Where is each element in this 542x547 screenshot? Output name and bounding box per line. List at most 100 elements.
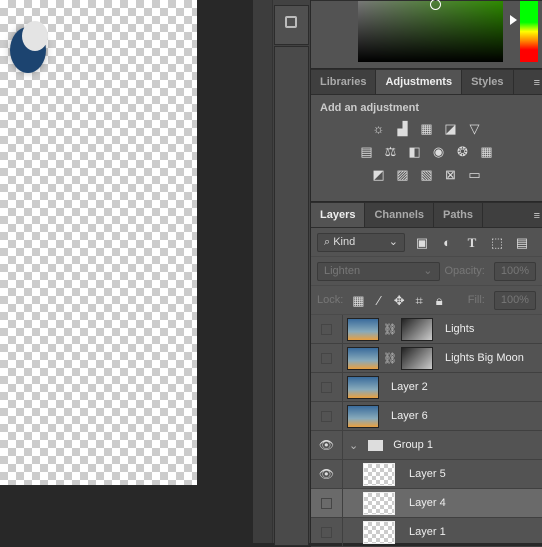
tab-adjustments[interactable]: Adjustments <box>376 70 463 94</box>
visibility-toggle[interactable]: 👁︎ <box>311 459 343 489</box>
layer-name: Layer 2 <box>391 381 428 393</box>
hue-saturation-icon[interactable]: ▤ <box>359 144 375 159</box>
collapsed-panels <box>272 0 310 546</box>
layer-thumbnail <box>347 346 379 370</box>
filter-kind-select[interactable]: ⌕ Kind ⌄ <box>317 232 405 252</box>
curves-icon[interactable]: ▦ <box>419 121 435 136</box>
layer-thumbnail <box>347 317 379 341</box>
lock-all-icon[interactable]: 🔒︎ <box>434 293 445 308</box>
layer-thumbnail <box>363 491 395 515</box>
tab-paths[interactable]: Paths <box>434 203 483 227</box>
link-icon[interactable]: ⛓ <box>383 323 397 336</box>
hidden-box <box>321 323 332 335</box>
type-filter-icon[interactable]: T <box>464 235 480 250</box>
layer-thumbnail <box>363 520 395 544</box>
opacity-label: Opacity: <box>444 265 485 277</box>
eye-icon: 👁︎ <box>318 438 335 452</box>
visibility-toggle[interactable] <box>311 314 343 344</box>
hue-slider[interactable] <box>520 1 538 62</box>
panel-group <box>274 46 309 546</box>
layer-name: Layer 4 <box>409 497 446 509</box>
color-lookup-icon[interactable]: ▦ <box>479 144 495 159</box>
color-picker-panel <box>311 0 542 68</box>
shape-filter-icon[interactable]: ⬚ <box>489 235 505 250</box>
tab-channels[interactable]: Channels <box>365 203 434 227</box>
threshold-icon[interactable]: ▧ <box>419 167 435 182</box>
mask-thumbnail[interactable] <box>400 317 433 341</box>
layer-row[interactable]: Layer 6 <box>311 401 542 431</box>
adjustments-tabs: Libraries Adjustments Styles ≡ <box>311 70 542 95</box>
opacity-input[interactable]: 100% <box>493 261 536 281</box>
exposure-icon[interactable]: ◪ <box>443 121 459 136</box>
blend-mode-select[interactable]: Lighten ⌄ <box>317 261 440 281</box>
lock-position-icon[interactable]: ✥ <box>394 293 405 308</box>
layer-name: Lights <box>444 323 475 335</box>
adjustments-heading: Add an adjustment <box>320 102 420 114</box>
3d-panel-button[interactable] <box>274 5 309 45</box>
brightness-contrast-icon[interactable]: ☼ <box>371 121 387 136</box>
layer-name: Layer 6 <box>391 410 428 422</box>
lock-image-icon[interactable]: ⁄ <box>374 293 385 308</box>
photo-filter-icon[interactable]: ◉ <box>431 144 447 159</box>
tab-styles[interactable]: Styles <box>462 70 514 94</box>
chevron-down-icon[interactable]: ⌄ <box>349 439 358 452</box>
link-icon[interactable]: ⛓ <box>383 352 397 365</box>
layer-row[interactable]: Layer 2 <box>311 372 542 402</box>
gradient-map-icon[interactable]: ⊠ <box>443 167 459 182</box>
hue-slider-arrow[interactable] <box>510 15 517 25</box>
panel-menu-icon[interactable]: ≡ <box>534 77 540 89</box>
layers-tabs: Layers Channels Paths ≡ <box>311 203 542 228</box>
layer-row[interactable]: ⛓ Lights <box>311 314 542 344</box>
panel-dock-strip <box>253 0 272 543</box>
lock-artboard-icon[interactable]: ⌗ <box>414 293 425 308</box>
blend-mode-value: Lighten <box>324 264 361 277</box>
visibility-toggle[interactable] <box>311 488 343 518</box>
invert-icon[interactable]: ◩ <box>371 167 387 182</box>
layer-row[interactable]: Layer 4 <box>311 488 542 518</box>
folder-icon <box>368 439 384 451</box>
visibility-toggle[interactable] <box>311 401 343 431</box>
levels-icon[interactable]: ▟ <box>395 121 411 136</box>
hidden-box <box>321 526 332 538</box>
vibrance-icon[interactable]: ▽ <box>467 121 483 136</box>
adjustment-filter-icon[interactable]: ◐ <box>439 235 455 250</box>
layer-name: Layer 1 <box>409 526 446 538</box>
hidden-box <box>321 497 332 509</box>
posterize-icon[interactable]: ▨ <box>395 167 411 182</box>
pixel-filter-icon[interactable]: ▣ <box>414 235 430 250</box>
document-canvas[interactable] <box>0 0 197 485</box>
hidden-box <box>321 352 332 364</box>
layer-thumbnail <box>347 375 379 399</box>
smart-object-filter-icon[interactable]: ▤ <box>514 235 530 250</box>
layer-name: Group 1 <box>393 439 433 451</box>
eye-icon: 👁︎ <box>318 467 335 481</box>
lock-transparent-icon[interactable]: ▦ <box>352 293 364 308</box>
layer-row[interactable]: 👁︎ Layer 5 <box>311 459 542 489</box>
layer-row[interactable]: 👁︎ ⌄ Group 1 <box>311 430 542 460</box>
visibility-toggle[interactable]: 👁︎ <box>311 430 343 460</box>
visibility-toggle[interactable] <box>311 517 343 547</box>
lock-label: Lock: <box>317 294 344 306</box>
layer-name: Lights Big Moon <box>444 352 524 364</box>
mask-thumbnail[interactable] <box>400 346 433 370</box>
color-field[interactable] <box>358 0 503 62</box>
adjustments-panel: Libraries Adjustments Styles ≡ Add an adjus… <box>311 69 542 201</box>
channel-mixer-icon[interactable]: ❂ <box>455 144 471 159</box>
layers-panel: Layers Channels Paths ≡ ⌕ Kind ⌄ ▣ ◐ T ⬚ ▤ … <box>311 202 542 547</box>
visibility-toggle[interactable] <box>311 343 343 373</box>
panel-menu-icon[interactable]: ≡ <box>534 210 540 222</box>
layer-name: Layer 5 <box>409 468 446 480</box>
fill-input[interactable]: 100% <box>493 290 536 310</box>
selective-color-icon[interactable]: ▭ <box>467 167 483 182</box>
cube-icon <box>285 16 297 28</box>
moon-shape <box>10 21 48 73</box>
black-white-icon[interactable]: ◧ <box>407 144 423 159</box>
hidden-box <box>321 410 332 422</box>
color-cursor[interactable] <box>430 0 441 10</box>
tab-libraries[interactable]: Libraries <box>311 70 377 94</box>
visibility-toggle[interactable] <box>311 372 343 402</box>
layer-row[interactable]: ⛓ Lights Big Moon <box>311 343 542 373</box>
color-balance-icon[interactable]: ⚖ <box>383 144 399 159</box>
tab-layers[interactable]: Layers <box>311 203 366 227</box>
hidden-box <box>321 381 332 393</box>
